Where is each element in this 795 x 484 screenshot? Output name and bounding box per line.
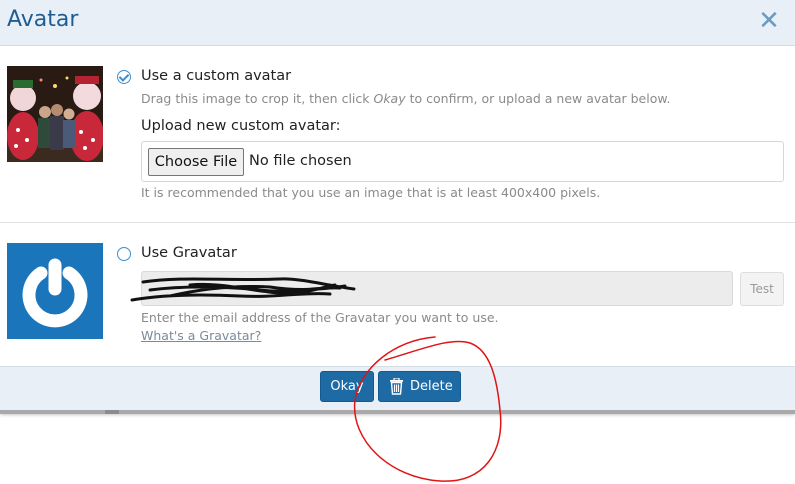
close-icon[interactable]: ✕ [757, 6, 781, 36]
choose-file-button[interactable]: Choose File [148, 148, 244, 176]
gravatar-label: Use Gravatar [141, 245, 237, 261]
whats-gravatar-link[interactable]: What's a Gravatar? [141, 328, 261, 343]
trash-icon [390, 378, 403, 395]
gravatar-hint: Enter the email address of the Gravatar … [141, 310, 499, 325]
custom-avatar-image[interactable] [7, 66, 103, 162]
custom-avatar-label: Use a custom avatar [141, 68, 292, 84]
okay-button[interactable]: Okay [320, 371, 374, 402]
test-button: Test [740, 272, 784, 306]
delete-button[interactable]: Delete [378, 371, 461, 402]
file-status: No file chosen [249, 153, 352, 169]
upload-label: Upload new custom avatar: [141, 118, 341, 134]
gravatar-email-field[interactable] [141, 271, 733, 306]
gravatar-radio[interactable] [117, 247, 131, 261]
dialog-title: Avatar [7, 7, 79, 32]
dialog-header: Avatar [0, 0, 795, 46]
gravatar-logo-image [7, 243, 103, 339]
custom-avatar-hint: Drag this image to crop it, then click O… [141, 91, 671, 106]
size-recommendation: It is recommended that you use an image … [141, 185, 601, 200]
delete-label: Delete [410, 379, 453, 394]
custom-avatar-radio[interactable] [117, 70, 131, 84]
